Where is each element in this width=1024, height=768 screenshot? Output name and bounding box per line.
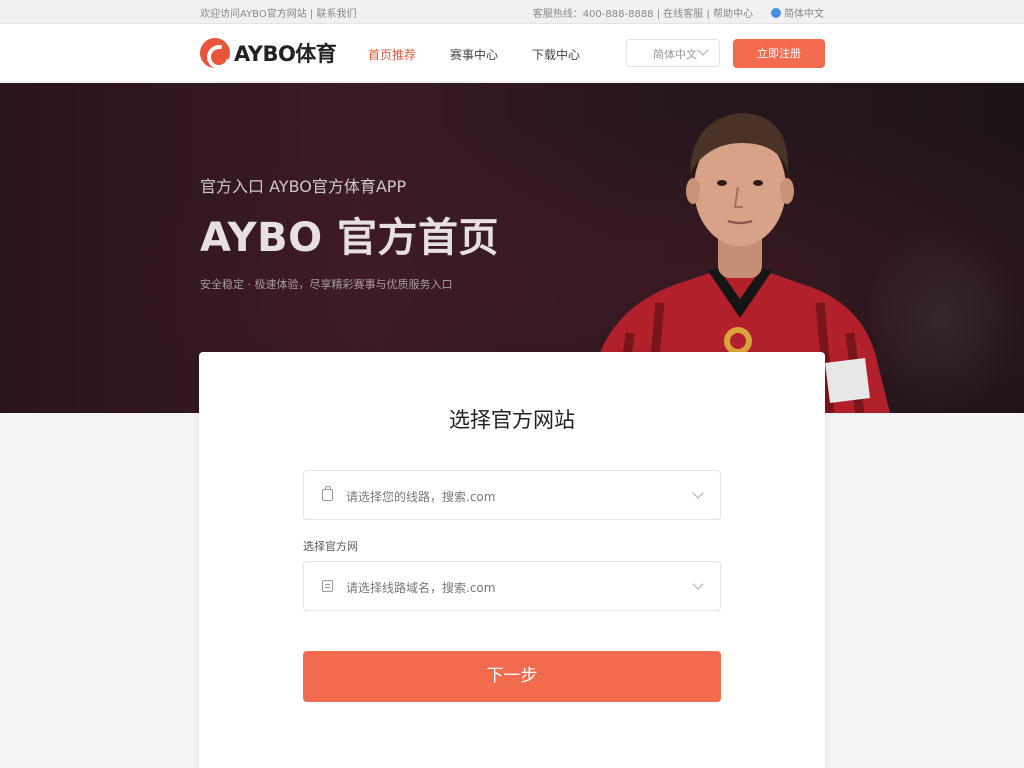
top-language-label: 简体中文 xyxy=(784,9,824,20)
nav-links: 首页推荐 赛事中心 下载中心 xyxy=(368,46,580,63)
chevron-down-icon xyxy=(692,487,704,499)
chevron-down-icon xyxy=(697,44,709,56)
top-info-bar: 欢迎访问AYBO官方网站 | 联系我们 客服热线：400-888-8888 | … xyxy=(0,0,1024,24)
support-links[interactable]: 客服热线：400-888-8888 | 在线客服 | 帮助中心 xyxy=(533,5,753,20)
chevron-down-icon xyxy=(692,578,704,590)
site-logo[interactable]: AYBO体育 xyxy=(200,38,337,68)
domain-select-field[interactable]: 请选择线路域名，搜索.com xyxy=(303,561,721,611)
top-links: 客服热线：400-888-8888 | 在线客服 | 帮助中心 简体中文 xyxy=(533,5,824,20)
top-language-link[interactable]: 简体中文 xyxy=(771,5,824,20)
hero-description: 安全稳定 · 极速体验，尽享精彩赛事与优质服务入口 xyxy=(200,278,453,291)
nav-link-events[interactable]: 赛事中心 xyxy=(450,46,498,63)
domain-select-text: 请选择线路域名，搜索.com xyxy=(346,581,496,595)
main-navbar: AYBO体育 首页推荐 赛事中心 下载中心 简体中文 立即注册 xyxy=(0,24,1024,82)
nav-link-home[interactable]: 首页推荐 xyxy=(368,46,416,63)
domain-field-label: 选择官方网 xyxy=(303,540,358,553)
line-select-field[interactable]: 请选择您的线路，搜索.com xyxy=(303,470,721,520)
line-select-text: 请选择您的线路，搜索.com xyxy=(346,490,496,504)
hero-subtitle: 官方入口 AYBO官方体育APP xyxy=(200,177,407,196)
globe-icon xyxy=(771,8,781,18)
welcome-text: 欢迎访问AYBO官方网站 | 联系我们 xyxy=(200,9,357,20)
language-select[interactable]: 简体中文 xyxy=(626,39,720,67)
next-step-button[interactable]: 下一步 xyxy=(303,651,721,702)
nav-link-download[interactable]: 下载中心 xyxy=(532,46,580,63)
hero-title: AYBO 官方首页 xyxy=(200,215,500,261)
logo-text: AYBO体育 xyxy=(234,42,337,66)
document-icon xyxy=(322,580,333,592)
site-selection-panel: 选择官方网站 请选择您的线路，搜索.com 选择官方网 请选择线路域名，搜索.c… xyxy=(199,352,825,768)
panel-title: 选择官方网站 xyxy=(449,408,575,432)
register-button[interactable]: 立即注册 xyxy=(733,39,825,68)
language-select-value: 简体中文 xyxy=(653,48,697,61)
logo-mark-icon xyxy=(200,38,230,68)
lock-icon xyxy=(322,486,333,501)
